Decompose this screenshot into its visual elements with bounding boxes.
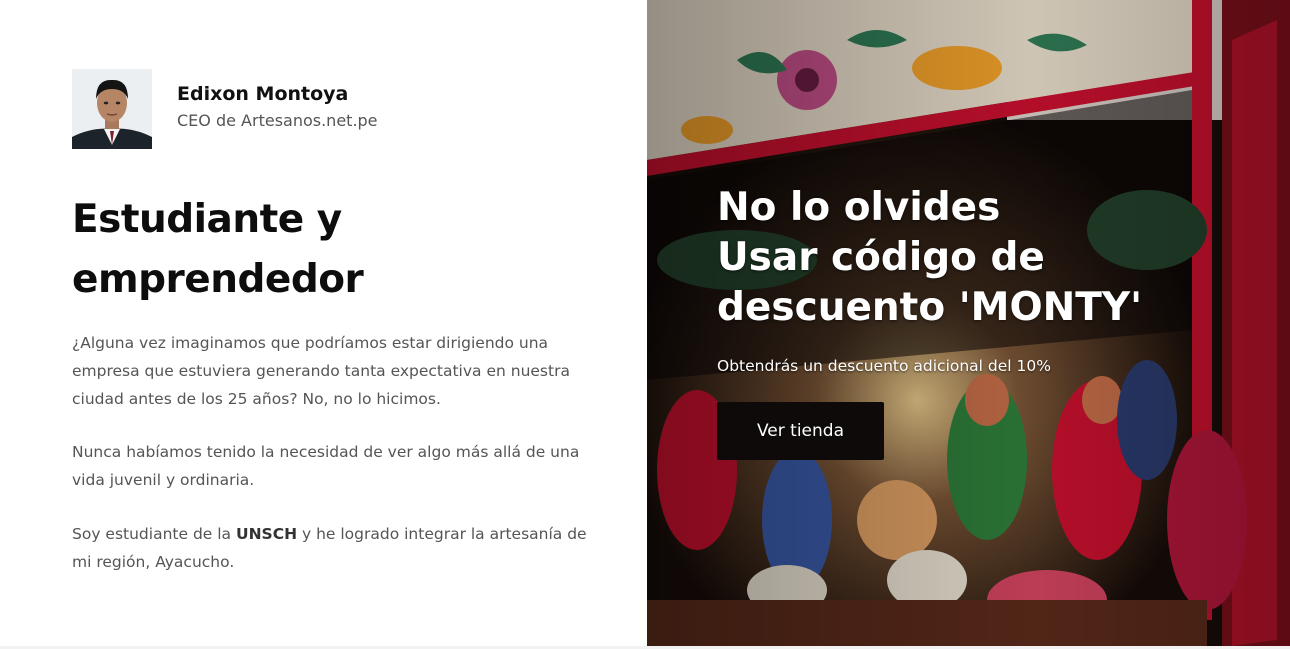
author-name: Edixon Montoya	[177, 83, 349, 105]
paragraph-ordinary-life: Nunca habíamos tenido la necesidad de ve…	[72, 443, 580, 489]
paragraph-student-prefix: Soy estudiante de la	[72, 525, 236, 543]
page-title: Estudiante y emprendedor	[72, 197, 364, 302]
author-role: CEO de Artesanos.net.pe	[177, 111, 378, 130]
promo-title: No lo olvides Usar código de descuento '…	[717, 183, 1277, 333]
ver-tienda-button[interactable]: Ver tienda	[717, 402, 884, 460]
promo-title-line-1: No lo olvides	[717, 185, 1001, 230]
avatar	[72, 69, 152, 149]
promo-title-line-3: descuento 'MONTY'	[717, 285, 1143, 330]
page: Edixon Montoya CEO de Artesanos.net.pe E…	[0, 0, 1290, 649]
promo-banner: No lo olvides Usar código de descuento '…	[647, 0, 1290, 646]
paragraph-expectations: ¿Alguna vez imaginamos que podríamos est…	[72, 334, 570, 408]
paragraph-student: Soy estudiante de la UNSCH y he logrado …	[72, 520, 587, 576]
author-card: Edixon Montoya CEO de Artesanos.net.pe	[72, 69, 378, 149]
avatar-portrait-icon	[72, 69, 152, 149]
testimonial-section: Edixon Montoya CEO de Artesanos.net.pe E…	[0, 0, 647, 646]
promo-subtitle: Obtendrás un descuento adicional del 10%	[717, 357, 1051, 375]
promo-title-line-2: Usar código de	[717, 235, 1045, 280]
university-name: UNSCH	[235, 525, 298, 543]
author-info: Edixon Montoya CEO de Artesanos.net.pe	[177, 69, 378, 131]
